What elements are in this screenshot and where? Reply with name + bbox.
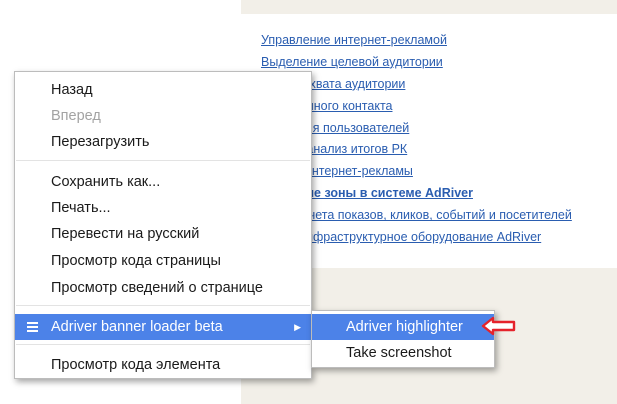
context-menu: Назад Вперед Перезагрузить Сохранить как… [14,71,312,379]
menu-item-print[interactable]: Печать... [15,195,311,221]
menu-item-reload[interactable]: Перезагрузить [15,129,311,155]
red-arrow-left-icon [481,316,516,336]
menu-separator [16,160,310,161]
menu-item-adriver-extension[interactable]: Adriver banner loader beta ▶ [15,314,311,340]
submenu-item-highlighter[interactable]: Adriver highlighter [312,314,494,340]
page-link[interactable]: Управление интернет-рекламой [261,30,572,52]
submenu-item-screenshot[interactable]: Take screenshot [312,340,494,366]
hamburger-menu-icon [27,322,38,332]
extension-submenu: Adriver highlighter Take screenshot [311,310,495,368]
menu-separator [16,344,310,345]
menu-item-forward: Вперед [51,108,101,124]
menu-item-save-as[interactable]: Сохранить как... [15,169,311,195]
menu-item-label: Adriver banner loader beta [51,319,223,335]
menu-item-inspect-element[interactable]: Просмотр кода элемента [15,352,311,378]
menu-separator [16,305,310,306]
chevron-right-icon: ▶ [294,322,301,332]
menu-item-page-info[interactable]: Просмотр сведений о странице [15,275,311,301]
page-background-panel-top [241,0,617,14]
menu-item-back[interactable]: Назад [15,77,311,103]
menu-item-view-source[interactable]: Просмотр кода страницы [15,248,311,274]
menu-item-translate[interactable]: Перевести на русский [15,221,311,247]
